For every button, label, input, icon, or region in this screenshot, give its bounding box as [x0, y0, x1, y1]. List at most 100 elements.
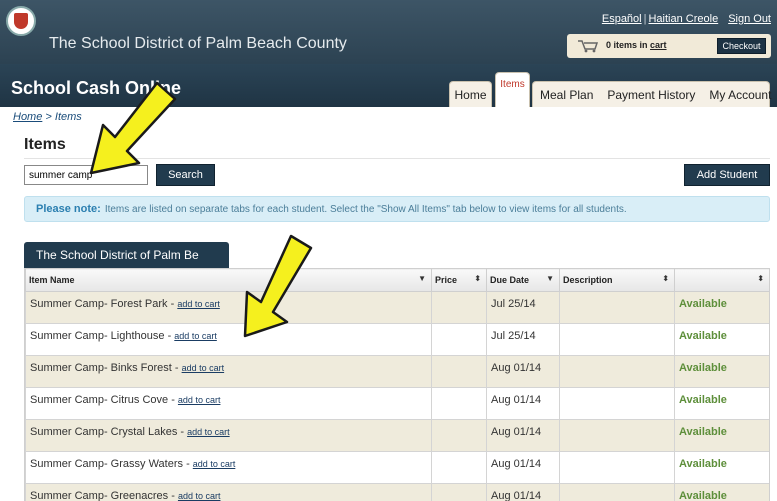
header-description[interactable]: Description ⬍	[559, 268, 675, 292]
top-header: The School District of Palm Beach County…	[0, 0, 777, 64]
header-description-label: Description	[563, 275, 613, 285]
add-to-cart-link[interactable]: add to cart	[193, 459, 236, 469]
status-cell: Available	[674, 355, 769, 388]
cart-box: 0 items in cart Checkout	[567, 34, 771, 58]
due-date-cell: Aug 01/14	[486, 483, 560, 501]
add-to-cart-link[interactable]: add to cart	[178, 395, 221, 405]
due-date-cell: Aug 01/14	[486, 387, 560, 420]
table-row: Summer Camp- Greenacres - add to cart Au…	[25, 483, 769, 501]
breadcrumb-current: Items	[54, 111, 82, 123]
note-box: Please note: Items are listed on separate…	[24, 196, 770, 222]
item-name: Summer Camp- Binks Forest	[30, 362, 172, 374]
cart-link[interactable]: cart	[650, 40, 667, 50]
price-cell	[431, 291, 487, 324]
item-name-cell: Summer Camp- Binks Forest - add to cart	[25, 355, 432, 388]
item-name-cell: Summer Camp- Lighthouse - add to cart	[25, 323, 432, 356]
table-row: Summer Camp- Grassy Waters - add to cart…	[25, 451, 769, 484]
add-to-cart-link[interactable]: add to cart	[182, 363, 225, 373]
sort-desc-icon: ▼	[546, 274, 554, 283]
status-cell: Available	[674, 419, 769, 452]
tab-home[interactable]: Home	[449, 81, 492, 107]
student-tab[interactable]: The School District of Palm Be	[24, 242, 229, 268]
due-date-cell: Aug 01/14	[486, 419, 560, 452]
status-cell: Available	[674, 483, 769, 501]
district-logo[interactable]	[6, 6, 36, 36]
status-cell: Available	[674, 291, 769, 324]
price-cell	[431, 323, 487, 356]
add-student-button[interactable]: Add Student	[684, 164, 770, 186]
add-to-cart-link[interactable]: add to cart	[177, 299, 220, 309]
table-row: Summer Camp- Forest Park - add to cart J…	[25, 291, 769, 324]
sign-out-link[interactable]: Sign Out	[728, 13, 771, 25]
add-to-cart-link[interactable]: add to cart	[178, 491, 221, 501]
item-name: Summer Camp- Forest Park	[30, 298, 168, 310]
cart-count: 0 items in cart	[606, 40, 667, 50]
price-cell	[431, 451, 487, 484]
logo-emblem-icon	[14, 13, 28, 29]
due-date-cell: Aug 01/14	[486, 451, 560, 484]
header-due-date[interactable]: Due Date ▼	[486, 268, 560, 292]
link-divider: |	[643, 13, 647, 25]
item-name-cell: Summer Camp- Greenacres - add to cart	[25, 483, 432, 501]
item-name-cell: Summer Camp- Crystal Lakes - add to cart	[25, 419, 432, 452]
tab-group: Meal Plan Payment History My Account	[532, 81, 771, 107]
header-item-name-label: Item Name	[29, 275, 75, 285]
breadcrumb: Home > Items	[13, 111, 82, 123]
header-due-date-label: Due Date	[490, 275, 530, 285]
item-name-cell: Summer Camp- Citrus Cove - add to cart	[25, 387, 432, 420]
due-date-cell: Jul 25/14	[486, 291, 560, 324]
header-status[interactable]: ⬍	[674, 268, 769, 292]
price-cell	[431, 419, 487, 452]
add-to-cart-link[interactable]: add to cart	[187, 427, 230, 437]
page-title: Items	[24, 136, 66, 153]
cart-icon	[578, 40, 599, 53]
note-text: Items are listed on separate tabs for ea…	[104, 203, 627, 215]
header-price[interactable]: Price ⬍	[431, 268, 487, 292]
tab-payment-history[interactable]: Payment History	[600, 88, 702, 102]
table-row: Summer Camp- Citrus Cove - add to cart A…	[25, 387, 769, 420]
add-to-cart-link[interactable]: add to cart	[174, 331, 217, 341]
tab-items[interactable]: Items	[495, 72, 530, 107]
header-price-label: Price	[435, 275, 458, 285]
description-cell	[559, 323, 675, 356]
tab-my-account[interactable]: My Account	[702, 88, 777, 102]
sort-icon: ⬍	[757, 274, 764, 283]
description-cell	[559, 387, 675, 420]
price-cell	[431, 387, 487, 420]
description-cell	[559, 355, 675, 388]
description-cell	[559, 419, 675, 452]
sort-icon: ⬍	[474, 274, 481, 283]
breadcrumb-separator: >	[42, 111, 55, 123]
espanol-link[interactable]: Español	[602, 13, 642, 25]
price-cell	[431, 355, 487, 388]
note-label: Please note:	[36, 203, 101, 215]
items-table: Item Name ▼ Price ⬍ Due Date ▼ Description ⬍…	[24, 268, 770, 501]
sort-icon: ⬍	[662, 274, 669, 283]
price-cell	[431, 483, 487, 501]
status-cell: Available	[674, 323, 769, 356]
annotation-arrow-add-to-cart	[243, 234, 313, 338]
description-cell	[559, 451, 675, 484]
table-row: Summer Camp- Crystal Lakes - add to cart…	[25, 419, 769, 452]
annotation-arrow-search	[89, 81, 177, 175]
item-name: Summer Camp- Grassy Waters	[30, 458, 184, 470]
haitian-creole-link[interactable]: Haitian Creole	[648, 13, 718, 25]
due-date-cell: Jul 25/14	[486, 323, 560, 356]
description-cell	[559, 483, 675, 501]
top-links: Español | Haitian Creole Sign Out	[602, 13, 771, 25]
status-cell: Available	[674, 451, 769, 484]
item-name: Summer Camp- Lighthouse	[30, 330, 165, 342]
status-cell: Available	[674, 387, 769, 420]
district-title: The School District of Palm Beach County	[49, 35, 347, 52]
header-item-name[interactable]: Item Name ▼	[25, 268, 432, 292]
table-row: Summer Camp- Lighthouse - add to cart Ju…	[25, 323, 769, 356]
sort-desc-icon: ▼	[418, 274, 426, 283]
tab-meal-plan[interactable]: Meal Plan	[533, 88, 600, 102]
cart-count-text: 0 items in	[606, 40, 648, 50]
table-row: Summer Camp- Binks Forest - add to cart …	[25, 355, 769, 388]
checkout-button[interactable]: Checkout	[717, 38, 766, 54]
item-name: Summer Camp- Greenacres	[30, 490, 169, 501]
item-name-cell: Summer Camp- Grassy Waters - add to cart	[25, 451, 432, 484]
item-name: Summer Camp- Citrus Cove	[30, 394, 169, 406]
breadcrumb-home[interactable]: Home	[13, 111, 42, 123]
